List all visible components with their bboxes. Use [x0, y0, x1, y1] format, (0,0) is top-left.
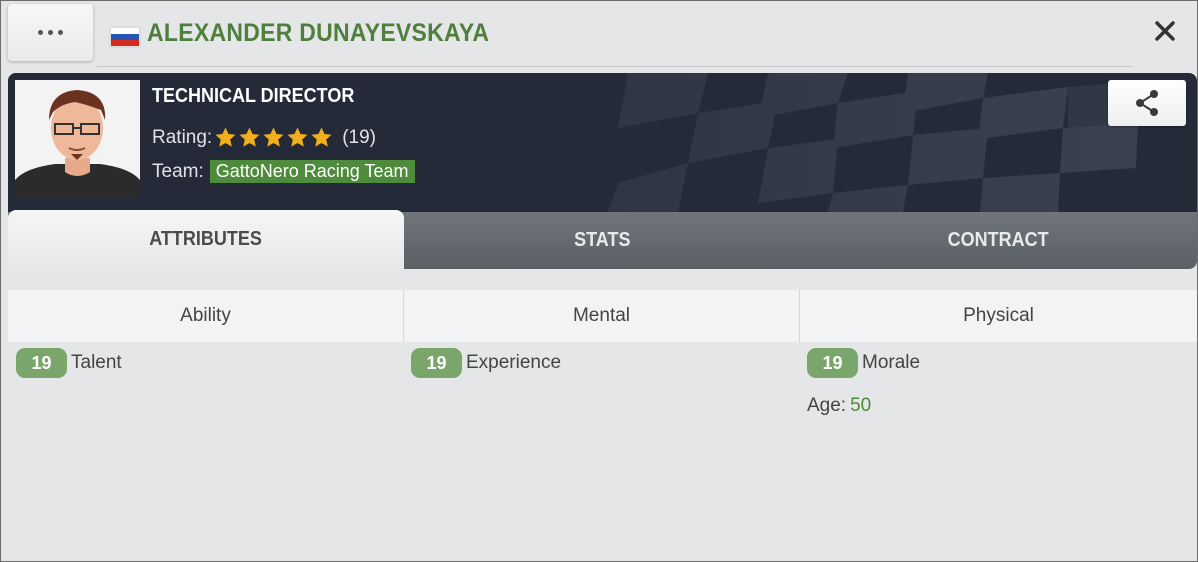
age-info: Age: 50 [807, 395, 871, 417]
star-icon [287, 127, 308, 147]
menu-button[interactable] [8, 4, 93, 61]
age-label: Age: [807, 395, 847, 416]
tab-stats-label: STATS [573, 229, 631, 251]
more-horizontal-icon [38, 30, 63, 35]
attribute-label: Talent [71, 352, 122, 373]
tab-attributes[interactable]: ATTRIBUTES [8, 210, 404, 269]
team-row: Team: GattoNero Racing Team [152, 160, 415, 183]
column-header-ability: Ability [8, 290, 403, 342]
star-icon [215, 127, 236, 147]
attribute-talent: 19 Talent [16, 348, 122, 378]
star-icon [239, 127, 260, 147]
tab-contract-label: CONTRACT [948, 229, 1049, 251]
person-name-title: ALEXANDER DUNAYEVSKAYA [147, 19, 490, 47]
rating-count: (19) [342, 126, 376, 148]
star-rating [214, 126, 333, 149]
team-link[interactable]: GattoNero Racing Team [209, 160, 415, 183]
team-label: Team: [152, 160, 204, 182]
column-header-mental: Mental [404, 290, 799, 342]
tab-bar: ATTRIBUTES STATS CONTRACT [8, 210, 1197, 269]
profile-banner: TECHNICAL DIRECTOR Rating: (19) Team: Ga… [8, 73, 1197, 212]
tab-attributes-label: ATTRIBUTES [149, 228, 263, 250]
avatar [15, 80, 140, 198]
share-button[interactable] [1108, 80, 1186, 126]
player-profile-window: ALEXANDER DUNAYEVSKAYA TECHNICAL DIRECTO… [0, 0, 1198, 562]
star-icon [263, 127, 284, 147]
share-icon [1136, 90, 1158, 116]
attribute-value-badge: 19 [16, 348, 67, 378]
rating-row: Rating: (19) [152, 126, 376, 149]
column-header-physical: Physical [800, 290, 1197, 342]
attribute-value-badge: 19 [411, 348, 462, 378]
russia-flag-icon [110, 27, 140, 47]
close-icon [1155, 21, 1175, 41]
close-button[interactable] [1149, 15, 1181, 47]
attribute-morale: 19 Morale [807, 348, 920, 378]
age-value: 50 [850, 395, 872, 416]
tab-contract[interactable]: CONTRACT [800, 212, 1197, 269]
attribute-label: Experience [466, 352, 562, 373]
header-divider [97, 66, 1133, 67]
attribute-label: Morale [862, 352, 921, 373]
rating-label: Rating: [152, 126, 213, 148]
person-avatar-icon [15, 90, 140, 198]
tab-stats[interactable]: STATS [404, 212, 800, 269]
attribute-experience: 19 Experience [411, 348, 561, 378]
attribute-value-badge: 19 [807, 348, 858, 378]
role-title: TECHNICAL DIRECTOR [152, 85, 355, 107]
star-icon [311, 127, 332, 147]
